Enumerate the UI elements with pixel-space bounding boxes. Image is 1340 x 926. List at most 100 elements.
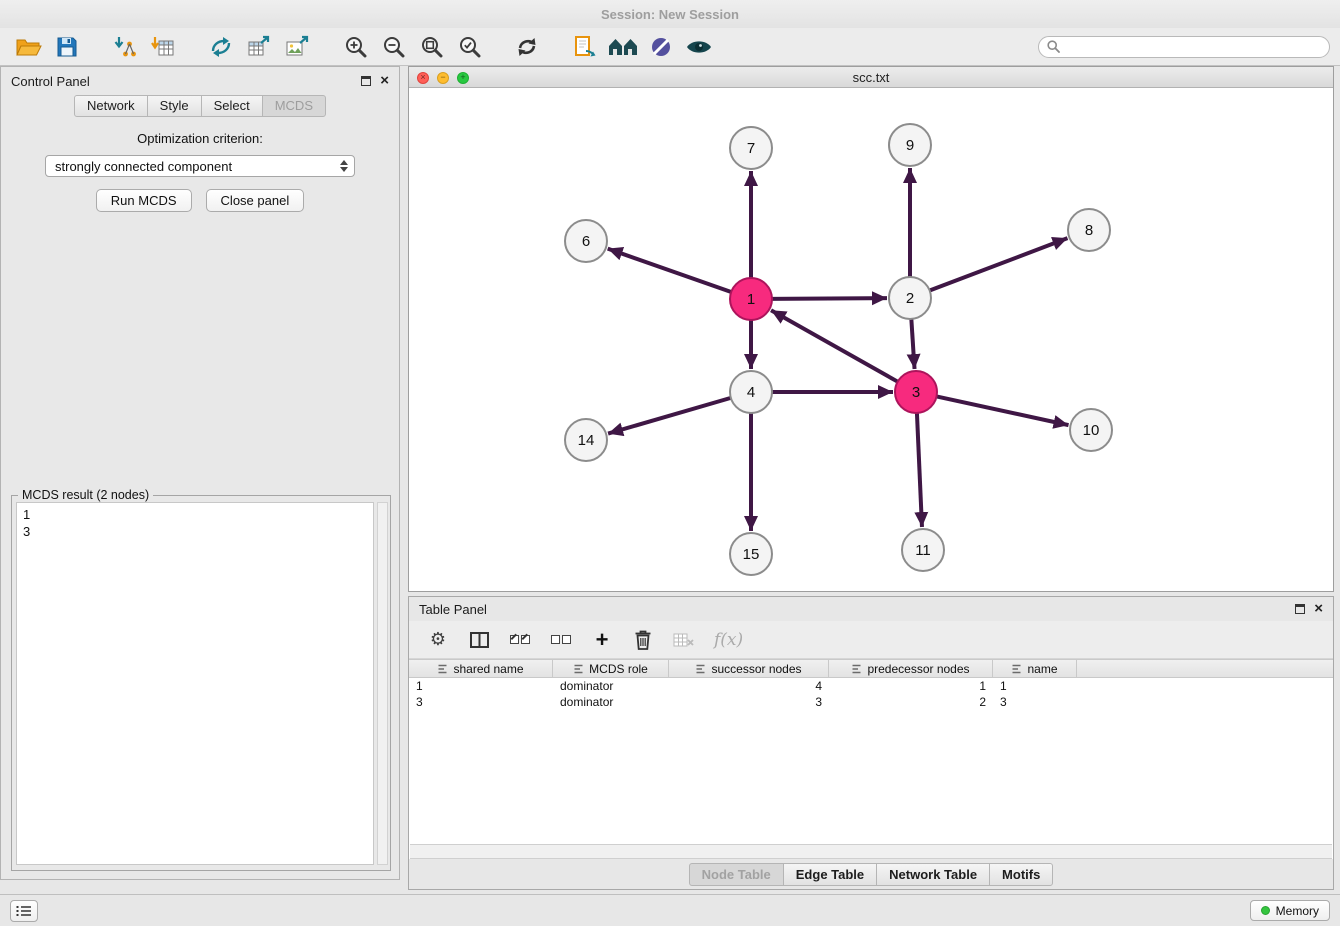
cell[interactable]: 3 [669, 694, 829, 710]
mcds-result-text[interactable]: 13 [16, 502, 374, 865]
search-input[interactable] [1065, 40, 1321, 54]
graph-edge-2-3[interactable] [911, 319, 914, 369]
float-table-panel-icon[interactable] [1295, 604, 1305, 614]
cell[interactable]: 4 [669, 678, 829, 694]
table-row[interactable]: 1dominator411 [409, 678, 1333, 694]
zoom-selected-icon [458, 35, 481, 58]
tab-select[interactable]: Select [201, 95, 263, 117]
cell[interactable]: dominator [553, 678, 669, 694]
column-header-successor-nodes[interactable]: successor nodes [669, 660, 829, 677]
zoom-in-button[interactable] [336, 32, 374, 62]
cell[interactable]: 2 [829, 694, 993, 710]
window-close-icon[interactable]: × [417, 72, 429, 84]
svg-text:11: 11 [915, 542, 931, 559]
tab-style[interactable]: Style [147, 95, 202, 117]
graph-node-3[interactable]: 3 [895, 371, 937, 413]
graph-node-4[interactable]: 4 [730, 371, 772, 413]
cell[interactable]: 1 [409, 678, 553, 694]
column-layout-button[interactable] [468, 626, 490, 654]
memory-button[interactable]: Memory [1250, 900, 1330, 921]
tab-motifs[interactable]: Motifs [989, 863, 1053, 886]
graph-node-8[interactable]: 8 [1068, 209, 1110, 251]
column-header-mcds-role[interactable]: MCDS role [553, 660, 669, 677]
graph-edge-3-10[interactable] [937, 396, 1069, 425]
cell[interactable]: 1 [993, 678, 1077, 694]
unselect-all-columns-button[interactable] [550, 626, 572, 654]
float-panel-icon[interactable] [361, 76, 371, 86]
home-icons-button[interactable] [604, 32, 642, 62]
window-maximize-icon[interactable]: + [457, 72, 469, 84]
graph-edge-4-14[interactable] [608, 398, 731, 434]
create-column-button[interactable]: + [591, 626, 613, 654]
tab-network-table[interactable]: Network Table [876, 863, 990, 886]
delete-table-button[interactable] [673, 626, 695, 654]
svg-text:1: 1 [747, 291, 755, 308]
zoom-selected-button[interactable] [450, 32, 488, 62]
tab-mcds[interactable]: MCDS [262, 95, 326, 117]
graph-edge-3-1[interactable] [771, 310, 898, 381]
table-row[interactable]: 3dominator323 [409, 694, 1333, 710]
show-details-button[interactable] [680, 32, 718, 62]
graph-node-11[interactable]: 11 [902, 529, 944, 571]
import-network-button[interactable] [106, 32, 144, 62]
delete-column-button[interactable] [632, 626, 654, 654]
tab-node-table[interactable]: Node Table [689, 863, 784, 886]
refresh-view-button[interactable] [508, 32, 546, 62]
graph-node-15[interactable]: 15 [730, 533, 772, 575]
column-type-icon [851, 664, 862, 674]
select-all-columns-button[interactable] [509, 626, 531, 654]
optimization-dropdown[interactable]: strongly connected component [45, 155, 355, 177]
cell[interactable]: dominator [553, 694, 669, 710]
save-session-button[interactable] [48, 32, 86, 62]
zoom-fit-icon [420, 35, 443, 58]
graph-node-7[interactable]: 7 [730, 127, 772, 169]
zoom-in-icon [344, 35, 367, 58]
window-titlebar[interactable]: Session: New Session [0, 0, 1340, 28]
tab-edge-table[interactable]: Edge Table [783, 863, 877, 886]
window-minimize-icon[interactable]: − [437, 72, 449, 84]
refresh-icon [515, 35, 539, 59]
network-window-titlebar[interactable]: × − + scc.txt [409, 67, 1333, 88]
graph-edge-2-8[interactable] [930, 238, 1068, 290]
cell[interactable]: 1 [829, 678, 993, 694]
column-header-name[interactable]: name [993, 660, 1077, 677]
zoom-fit-button[interactable] [412, 32, 450, 62]
result-scrollbar[interactable] [377, 502, 388, 865]
window-title: Session: New Session [601, 7, 739, 22]
graph-node-1[interactable]: 1 [730, 278, 772, 320]
function-builder-button[interactable]: f(x) [714, 626, 743, 654]
tab-network[interactable]: Network [74, 95, 148, 117]
graph-edge-3-11[interactable] [917, 413, 922, 527]
table-settings-button[interactable]: ⚙ [427, 626, 449, 654]
table-panel: Table Panel × ⚙ [408, 596, 1334, 890]
open-session-button[interactable] [10, 32, 48, 62]
close-panel-icon[interactable]: × [380, 76, 389, 86]
document-arrows-button[interactable] [566, 32, 604, 62]
network-canvas[interactable]: 7 9 6 8 1 2 4 3 14 10 15 11 [409, 88, 1333, 591]
close-table-panel-icon[interactable]: × [1314, 604, 1323, 614]
graph-node-10[interactable]: 10 [1070, 409, 1112, 451]
table-hscrollbar[interactable] [410, 844, 1332, 859]
graph-edge-1-6[interactable] [608, 249, 731, 292]
network-view-window: × − + scc.txt 7 9 6 8 1 2 4 3 14 10 15 11 [408, 66, 1334, 592]
export-image-button[interactable] [278, 32, 316, 62]
export-table-button[interactable] [240, 32, 278, 62]
search-field[interactable] [1038, 36, 1330, 58]
column-header-predecessor-nodes[interactable]: predecessor nodes [829, 660, 993, 677]
cell[interactable]: 3 [993, 694, 1077, 710]
zoom-out-button[interactable] [374, 32, 412, 62]
show-panels-button[interactable] [10, 900, 38, 922]
close-panel-button[interactable]: Close panel [206, 189, 305, 212]
graph-node-2[interactable]: 2 [889, 277, 931, 319]
export-network-button[interactable] [202, 32, 240, 62]
graph-node-14[interactable]: 14 [565, 419, 607, 461]
column-header-shared-name[interactable]: shared name [409, 660, 553, 677]
graph-node-9[interactable]: 9 [889, 124, 931, 166]
style-brush-button[interactable] [642, 32, 680, 62]
run-mcds-button[interactable]: Run MCDS [96, 189, 192, 212]
import-table-button[interactable] [144, 32, 182, 62]
cell[interactable]: 3 [409, 694, 553, 710]
graph-edge-1-2[interactable] [772, 298, 887, 299]
fx-icon: f(x) [714, 630, 743, 650]
graph-node-6[interactable]: 6 [565, 220, 607, 262]
